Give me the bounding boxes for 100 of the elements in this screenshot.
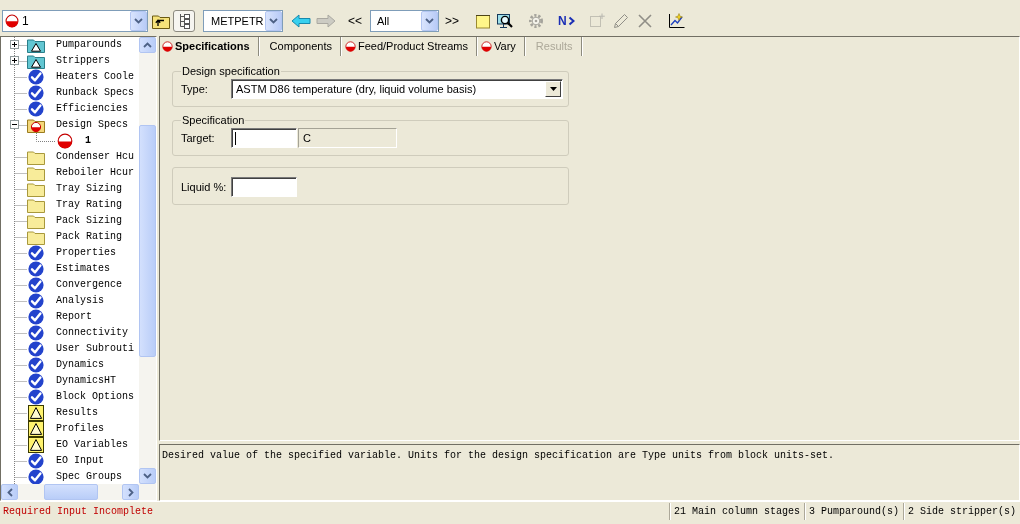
- tree-item[interactable]: Condenser Hcu: [56, 149, 134, 165]
- tree-connector-line: [14, 181, 27, 197]
- tree-connector-line: [14, 69, 27, 85]
- monitor-magnifier-icon[interactable]: [496, 13, 515, 29]
- tree-connector-line: [14, 229, 27, 245]
- tree-item[interactable]: Tray Sizing: [56, 181, 122, 197]
- tree-item[interactable]: Block Options: [56, 389, 134, 405]
- prompt-text: Desired value of the specified variable. Units for the design specification are Type units from block units-set.: [162, 450, 835, 461]
- tab[interactable]: Feed/Product Streams: [343, 37, 477, 56]
- chevron-down-icon: [425, 18, 434, 24]
- units-selector[interactable]: METPETR: [203, 10, 283, 32]
- tree-item[interactable]: Properties: [56, 245, 116, 261]
- tree-item[interactable]: User Subrouti: [56, 341, 134, 357]
- tab[interactable]: Components: [261, 37, 341, 56]
- block-selector[interactable]: 1: [2, 10, 148, 32]
- tab[interactable]: Specifications: [161, 37, 259, 56]
- status-pane: 2 Side stripper(s): [902, 502, 1020, 520]
- tree-connector-line: [14, 437, 27, 453]
- tree-item[interactable]: Strippers: [56, 53, 110, 69]
- status-pane: 3 Pumparound(s): [803, 502, 903, 520]
- scroll-left-button[interactable]: [1, 484, 18, 500]
- tree-connector-line: [14, 85, 27, 101]
- group-title: Design specification: [181, 65, 281, 78]
- tree-connector-line: [14, 293, 27, 309]
- scroll-right-button[interactable]: [122, 484, 139, 500]
- tree-connector-line: [14, 389, 27, 405]
- tree-item[interactable]: Connectivity: [56, 325, 128, 341]
- tree-connector-line: [14, 165, 27, 181]
- text-field[interactable]: [231, 128, 297, 148]
- tree-connector-line: [14, 261, 27, 277]
- chevron-down-icon: [134, 18, 143, 24]
- tree-toggle-button[interactable]: [173, 10, 195, 32]
- plus-box-icon[interactable]: [10, 56, 19, 65]
- plus-box-icon[interactable]: [10, 40, 19, 49]
- note-icon[interactable]: [475, 13, 492, 29]
- vertical-scrollbar[interactable]: [139, 37, 156, 484]
- tree-item[interactable]: Pack Sizing: [56, 213, 122, 229]
- tree-connector-line: [14, 453, 27, 469]
- tree-item[interactable]: Heaters Coole: [56, 69, 134, 85]
- tree-item[interactable]: Results: [56, 405, 98, 421]
- scrollbar-thumb[interactable]: [44, 484, 98, 500]
- tree-item[interactable]: EO Input: [56, 453, 104, 469]
- tree-item[interactable]: Pumparounds: [56, 37, 122, 53]
- tree-connector-line: [14, 197, 27, 213]
- next-input-button[interactable]: N: [558, 12, 575, 30]
- tree-item[interactable]: EO Variables: [56, 437, 128, 453]
- tree-item[interactable]: Efficiencies: [56, 101, 128, 117]
- field-label: Target:: [181, 130, 216, 146]
- tree-connector-line: [14, 37, 27, 53]
- chevron-down-icon: [143, 473, 152, 479]
- tree-connector-line: [14, 405, 27, 421]
- tree-item[interactable]: Reboiler Hcur: [56, 165, 134, 181]
- back-arrow-icon[interactable]: [291, 14, 311, 28]
- tree-item[interactable]: DynamicsHT: [56, 373, 116, 389]
- group-title: Specification: [181, 114, 246, 127]
- tree-item[interactable]: Tray Rating: [56, 197, 122, 213]
- tree-item[interactable]: Runback Specs: [56, 85, 134, 101]
- field-label: Liquid %:: [181, 179, 228, 195]
- filter-selector[interactable]: All: [370, 10, 439, 32]
- chevron-down-icon: [269, 18, 278, 24]
- tree-item[interactable]: Estimates: [56, 261, 110, 277]
- minus-box-icon[interactable]: [10, 120, 19, 129]
- tree-connector-line: [14, 357, 27, 373]
- chevron-up-icon: [143, 42, 152, 48]
- tree-connector-line: [14, 277, 27, 293]
- unit-field: C: [298, 128, 397, 148]
- tree-item[interactable]: Dynamics: [56, 357, 104, 373]
- folder-up-icon[interactable]: [152, 13, 170, 29]
- previous-button[interactable]: <<: [346, 13, 364, 29]
- status-message: Required Input Incomplete: [2, 504, 154, 519]
- tree-connector-line: [14, 213, 27, 229]
- tree-connector-line: [36, 133, 56, 142]
- chart-icon[interactable]: [666, 13, 685, 29]
- tree-item[interactable]: Convergence: [56, 277, 122, 293]
- tree-connector-line: [14, 325, 27, 341]
- horizontal-scrollbar[interactable]: [1, 484, 156, 500]
- tree-list-icon: [177, 13, 191, 29]
- tree-item[interactable]: Spec Groups: [56, 469, 122, 484]
- triangle-down-icon: [549, 87, 557, 91]
- tree-item[interactable]: Analysis: [56, 293, 104, 309]
- tab[interactable]: Vary: [480, 37, 525, 56]
- dropdown-field[interactable]: ASTM D86 temperature (dry, liquid volume basis): [231, 79, 563, 99]
- tree-connector-line: [14, 373, 27, 389]
- tree-connector-line: [14, 469, 27, 484]
- tree-connector-line: [14, 309, 27, 325]
- tree-item[interactable]: Profiles: [56, 421, 104, 437]
- scrollbar-thumb[interactable]: [139, 125, 156, 357]
- tree-connector-line: [14, 341, 27, 357]
- scroll-down-button[interactable]: [139, 468, 156, 484]
- status-pane: 21 Main column stages: [668, 502, 804, 520]
- tree-connector-line: [14, 245, 27, 261]
- tree-connector-line: [14, 421, 27, 437]
- scroll-up-button[interactable]: [139, 37, 156, 53]
- tree-item[interactable]: 1: [85, 133, 91, 149]
- text-field[interactable]: [231, 177, 297, 197]
- next-button[interactable]: >>: [443, 13, 462, 29]
- tree-item[interactable]: Pack Rating: [56, 229, 122, 245]
- field-label: Type:: [181, 81, 209, 97]
- tree-item[interactable]: Report: [56, 309, 92, 325]
- tree-item[interactable]: Design Specs: [56, 117, 128, 133]
